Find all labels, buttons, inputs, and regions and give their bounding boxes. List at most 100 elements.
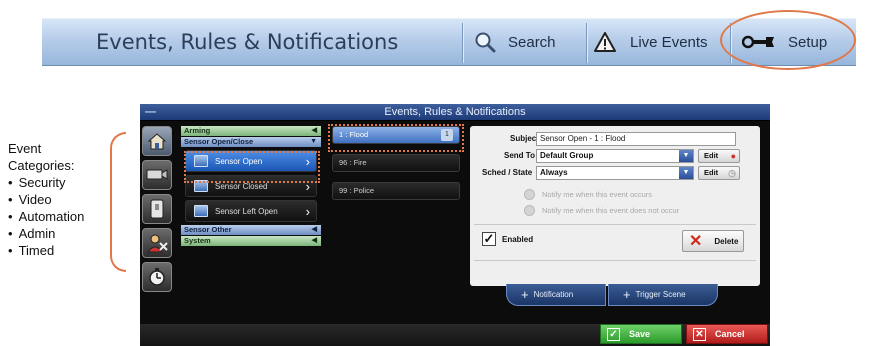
event-label: 99 : Police xyxy=(339,186,375,195)
events-window: — Events, Rules & Notifications Arming ◀… xyxy=(140,104,770,346)
plus-icon: + xyxy=(521,287,529,302)
legend-list: Security Video Automation Admin Timed xyxy=(8,174,85,259)
group-arming[interactable]: Arming ◀ xyxy=(181,126,321,136)
legend-heading-line1: Event xyxy=(8,141,42,156)
minimize-button[interactable]: — xyxy=(145,104,156,121)
enabled-checkbox[interactable]: ✓ Enabled xyxy=(482,232,533,246)
send-to-label: Send To xyxy=(504,151,535,160)
delete-button[interactable]: ✕ Delete xyxy=(682,230,744,252)
dropdown-arrow-icon: ▼ xyxy=(679,150,693,162)
radio-event-occurs[interactable]: Notify me when this event occurs xyxy=(524,189,652,200)
category-timed-button[interactable] xyxy=(142,262,172,292)
clock-icon: ◷ xyxy=(728,168,736,178)
legend-item: Timed xyxy=(8,242,84,259)
sched-state-label: Sched / State xyxy=(482,168,533,177)
notification-detail-panel: Subject Sensor Open - 1 : Flood Send To … xyxy=(470,126,760,286)
save-button[interactable]: ✓ Save xyxy=(600,324,682,344)
close-icon: ✕ xyxy=(693,327,706,341)
group-sensor-open-close[interactable]: Sensor Open/Close ▼ xyxy=(181,137,321,147)
list-item-label: Sensor Left Open xyxy=(215,206,278,216)
category-video-button[interactable] xyxy=(142,160,172,190)
radio-dot xyxy=(524,189,535,200)
tab-notification-label: Notification xyxy=(533,290,574,299)
list-item-sensor-left-open[interactable]: Sensor Left Open › xyxy=(185,200,317,222)
sched-state-select[interactable]: Always ▼ xyxy=(536,166,694,180)
legend-item: Video xyxy=(8,191,84,208)
radio-label: Notify me when this event occurs xyxy=(542,190,653,199)
sensor-open-highlight xyxy=(184,151,320,183)
group-system-label: System xyxy=(184,236,211,245)
caret-left-icon: ◀ xyxy=(311,127,317,134)
divider xyxy=(462,23,463,63)
live-events-button[interactable]: Live Events xyxy=(594,19,708,65)
chevron-right-icon: › xyxy=(305,204,310,219)
legend-item: Automation xyxy=(8,208,85,225)
category-sidebar xyxy=(142,126,174,292)
group-arming-label: Arming xyxy=(184,126,211,135)
group-sensor-open-close-label: Sensor Open/Close xyxy=(184,137,254,146)
divider xyxy=(474,224,756,225)
group-people-icon: ● xyxy=(730,151,736,161)
group-sensor-other[interactable]: Sensor Other ◀ xyxy=(181,225,321,235)
legend-item: Admin xyxy=(8,225,84,242)
setup-highlight-ring xyxy=(720,10,856,70)
event-item[interactable]: 96 : Fire xyxy=(332,154,460,172)
admin-user-icon xyxy=(147,234,168,253)
subject-field[interactable]: Sensor Open - 1 : Flood xyxy=(536,132,736,146)
window-title: Events, Rules & Notifications xyxy=(384,106,526,118)
caret-down-icon: ▼ xyxy=(310,138,317,145)
cancel-button[interactable]: ✕ Cancel xyxy=(686,324,768,344)
plus-icon: + xyxy=(623,287,631,302)
legend-heading-line2: Categories: xyxy=(8,158,75,173)
category-admin-button[interactable] xyxy=(142,228,172,258)
delete-x-icon: ✕ xyxy=(689,233,703,250)
tab-notification[interactable]: + Notification xyxy=(506,284,606,306)
dropdown-arrow-icon: ▼ xyxy=(679,167,693,179)
category-brace xyxy=(110,132,126,272)
legend-item: Security xyxy=(8,174,84,191)
caret-left-icon: ◀ xyxy=(311,226,317,233)
window-title-bar: — Events, Rules & Notifications xyxy=(140,104,770,121)
video-camera-icon xyxy=(146,169,168,180)
category-security-button[interactable] xyxy=(142,126,172,156)
group-sensor-other-label: Sensor Other xyxy=(184,225,232,234)
search-icon xyxy=(475,32,496,53)
checkmark-icon: ✓ xyxy=(607,327,620,341)
subject-label: Subject xyxy=(510,134,539,143)
house-icon xyxy=(147,133,167,150)
warning-icon xyxy=(594,32,616,52)
delete-label: Delete xyxy=(714,236,739,246)
caret-left-icon: ◀ xyxy=(311,237,317,244)
event-categories-legend: Event Categories: Security Video Automat… xyxy=(8,140,84,259)
sensor-left-open-icon xyxy=(194,205,208,217)
live-events-label: Live Events xyxy=(630,33,708,51)
stopwatch-icon xyxy=(149,268,165,286)
event-item[interactable]: 99 : Police xyxy=(332,182,460,200)
cancel-label: Cancel xyxy=(715,329,745,339)
app-title: Events, Rules & Notifications xyxy=(96,30,399,54)
tab-trigger-scene-label: Trigger Scene xyxy=(635,290,686,299)
category-automation-button[interactable] xyxy=(142,194,172,224)
screenshot: Events, Rules & Notifications Search Liv… xyxy=(0,0,873,346)
edit-label: Edit xyxy=(704,151,719,160)
send-to-select[interactable]: Default Group ▼ xyxy=(536,149,694,163)
enabled-label: Enabled xyxy=(502,234,534,244)
tab-trigger-scene[interactable]: + Trigger Scene xyxy=(608,284,718,306)
event-label: 96 : Fire xyxy=(339,158,367,167)
flood-event-highlight xyxy=(328,124,464,152)
sched-edit-button[interactable]: Edit ◷ xyxy=(698,166,740,180)
radio-dot xyxy=(524,205,535,216)
search-button[interactable]: Search xyxy=(474,19,556,65)
radio-event-not-occur[interactable]: Notify me when this event does not occur xyxy=(524,205,679,216)
search-label: Search xyxy=(508,33,556,51)
divider xyxy=(586,23,587,63)
event-type-list: Arming ◀ Sensor Open/Close ▼ Sensor Open… xyxy=(181,126,321,247)
radio-label: Notify me when this event does not occur xyxy=(542,206,680,215)
divider xyxy=(474,260,756,261)
send-to-edit-button[interactable]: Edit ● xyxy=(698,149,740,163)
send-to-value: Default Group xyxy=(540,151,594,160)
group-system[interactable]: System ◀ xyxy=(181,236,321,246)
sched-state-value: Always xyxy=(540,168,568,177)
light-switch-icon xyxy=(150,199,164,219)
checkmark-icon: ✓ xyxy=(482,231,496,246)
